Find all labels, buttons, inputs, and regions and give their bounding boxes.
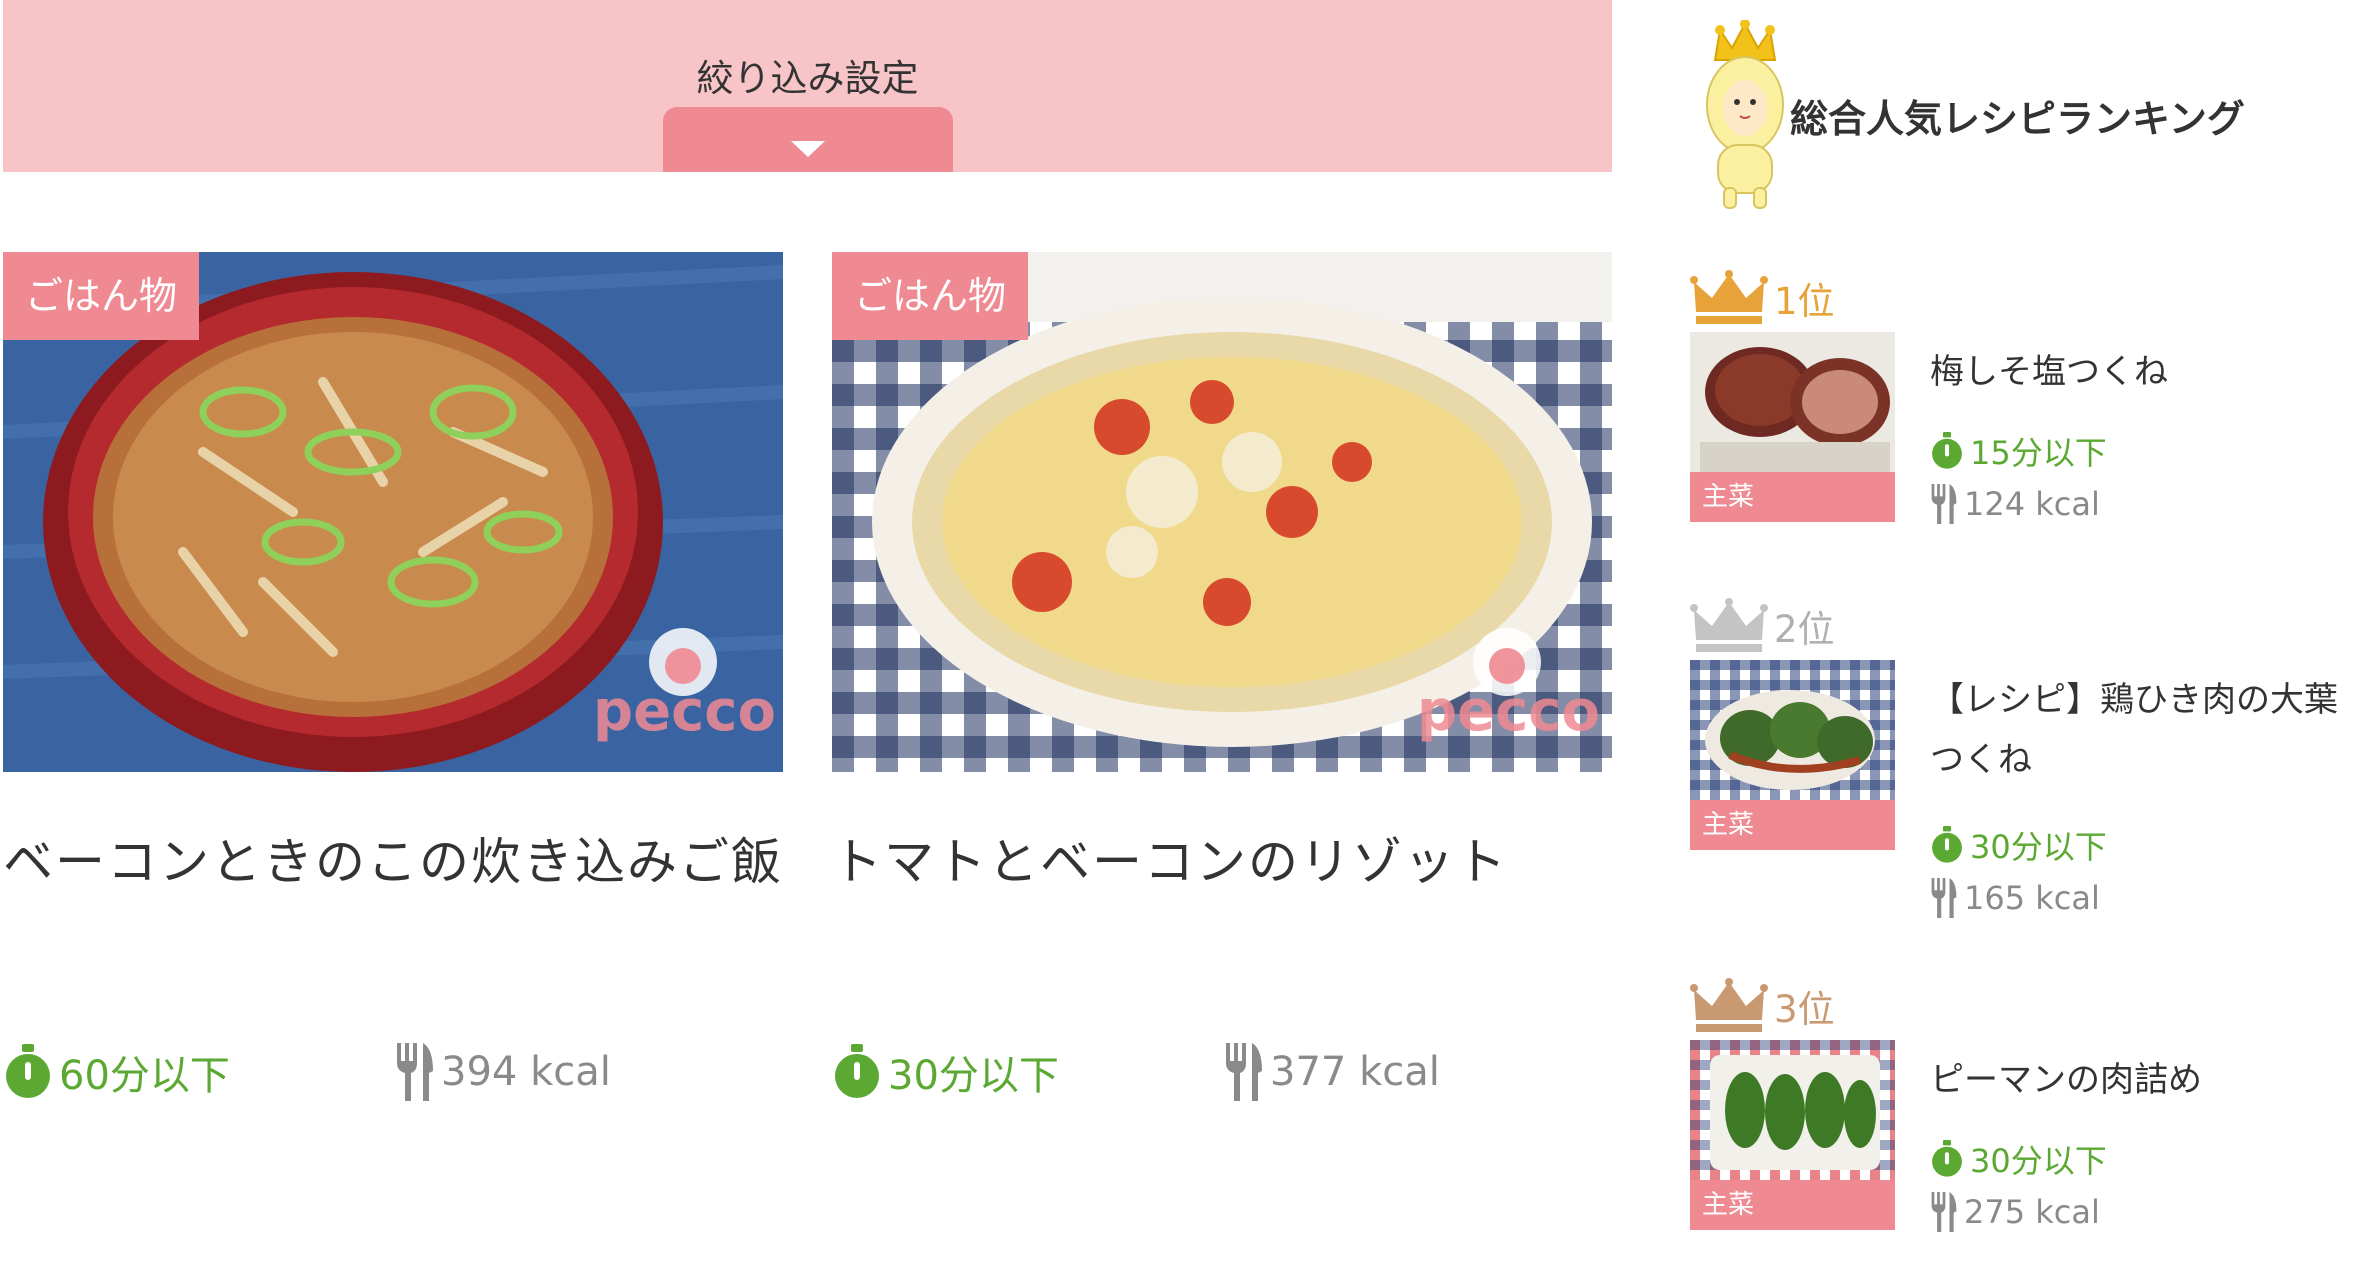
fork-knife-icon bbox=[1931, 1192, 1957, 1232]
pecco-watermark: pecco bbox=[1417, 679, 1600, 744]
ranking-cook-time-label: 30分以下 bbox=[1970, 1142, 2107, 1180]
ranking-category-badge: 主菜 bbox=[1690, 1180, 1895, 1230]
filter-toggle-button[interactable] bbox=[663, 107, 953, 172]
rank-position: 2位 bbox=[1690, 598, 1835, 654]
cook-time: 60分以下 bbox=[3, 1042, 230, 1102]
calories-label: 394 kcal bbox=[441, 1049, 611, 1095]
ranking-heading: 総合人気レシピランキング bbox=[1790, 97, 2245, 141]
ranking-calories: 124 kcal bbox=[1930, 484, 2100, 524]
calories: 394 kcal bbox=[395, 1042, 611, 1102]
crown-icon bbox=[1690, 598, 1768, 652]
recipe-card[interactable]: pecco ごはん物 トマトとベーコンのリゾット 30分以下 377 kcal bbox=[832, 252, 1612, 1152]
calories: 377 kcal bbox=[1224, 1042, 1440, 1102]
cook-time-label: 60分以下 bbox=[59, 1053, 230, 1099]
stopwatch-icon bbox=[1932, 826, 1962, 863]
ranking-cook-time: 15分以下 bbox=[1930, 428, 2107, 474]
ranking-calories-label: 165 kcal bbox=[1964, 879, 2100, 917]
rank-number: 2位 bbox=[1774, 608, 1835, 651]
stopwatch-icon bbox=[1932, 1140, 1962, 1177]
filter-bar: 絞り込み設定 bbox=[3, 0, 1612, 172]
fork-knife-icon bbox=[1931, 484, 1957, 524]
ranking-calories-label: 275 kcal bbox=[1964, 1193, 2100, 1231]
alpaca-mascot-icon bbox=[1706, 20, 1784, 209]
recipe-photo: pecco ごはん物 bbox=[3, 252, 783, 772]
recipe-photo: pecco ごはん物 bbox=[832, 252, 1612, 772]
ranking-thumbnail: 主菜 bbox=[1690, 332, 1895, 522]
rank-number: 1位 bbox=[1774, 280, 1835, 323]
rank-number: 3位 bbox=[1774, 988, 1835, 1031]
ranking-thumbnail: 主菜 bbox=[1690, 1040, 1895, 1230]
calories-label: 377 kcal bbox=[1270, 1049, 1440, 1095]
crown-icon bbox=[1690, 270, 1768, 324]
ranking-recipe-title[interactable]: 梅しそ塩つくね bbox=[1930, 342, 2370, 402]
ranking-item[interactable]: 3位 主菜 ピーマンの肉詰め 30分以下 275 kcal bbox=[1690, 978, 2380, 1278]
recipe-title[interactable]: トマトとベーコンのリゾット bbox=[832, 822, 1612, 894]
ranking-recipe-title[interactable]: ピーマンの肉詰め bbox=[1930, 1050, 2370, 1110]
rank-position: 1位 bbox=[1690, 270, 1835, 326]
fork-knife-icon bbox=[1931, 878, 1957, 918]
chevron-down-icon bbox=[791, 141, 825, 157]
ranking-item[interactable]: 1位 主菜 梅しそ塩つくね 15分以下 124 kcal bbox=[1690, 270, 2380, 570]
ranking-thumbnail: 主菜 bbox=[1690, 660, 1895, 850]
crown-icon bbox=[1690, 978, 1768, 1032]
cook-time: 30分以下 bbox=[832, 1042, 1059, 1102]
stopwatch-icon bbox=[835, 1044, 879, 1098]
ranking-sidebar: 総合人気レシピランキング 1位 主菜 梅しそ塩つくね 15分以下 124 kca… bbox=[1690, 0, 2380, 1248]
stopwatch-icon bbox=[1932, 432, 1962, 469]
ranking-calories: 165 kcal bbox=[1930, 878, 2100, 918]
ranking-cook-time: 30分以下 bbox=[1930, 1136, 2107, 1182]
cook-time-label: 30分以下 bbox=[888, 1053, 1059, 1099]
ranking-cook-time-label: 30分以下 bbox=[1970, 828, 2107, 866]
stopwatch-icon bbox=[6, 1044, 50, 1098]
ranking-calories: 275 kcal bbox=[1930, 1192, 2100, 1232]
fork-knife-icon bbox=[1226, 1043, 1262, 1101]
filter-label: 絞り込み設定 bbox=[696, 57, 919, 100]
fork-knife-icon bbox=[397, 1043, 433, 1101]
ranking-item[interactable]: 2位 主菜 【レシピ】鶏ひき肉の大葉つくね 30分以下 165 kcal bbox=[1690, 598, 2380, 918]
rank-position: 3位 bbox=[1690, 978, 1835, 1034]
recipe-card[interactable]: pecco ごはん物 ベーコンときのこの炊き込みご飯 60分以下 394 kca… bbox=[3, 252, 783, 1152]
ranking-recipe-title[interactable]: 【レシピ】鶏ひき肉の大葉つくね bbox=[1930, 670, 2370, 790]
recipe-title[interactable]: ベーコンときのこの炊き込みご飯 bbox=[3, 822, 783, 894]
ranking-calories-label: 124 kcal bbox=[1964, 485, 2100, 523]
pecco-watermark: pecco bbox=[593, 679, 776, 744]
ranking-cook-time: 30分以下 bbox=[1930, 822, 2107, 868]
category-badge: ごはん物 bbox=[832, 252, 1029, 340]
ranking-category-badge: 主菜 bbox=[1690, 472, 1895, 522]
category-badge: ごはん物 bbox=[3, 252, 200, 340]
ranking-cook-time-label: 15分以下 bbox=[1970, 434, 2107, 472]
ranking-category-badge: 主菜 bbox=[1690, 800, 1895, 850]
